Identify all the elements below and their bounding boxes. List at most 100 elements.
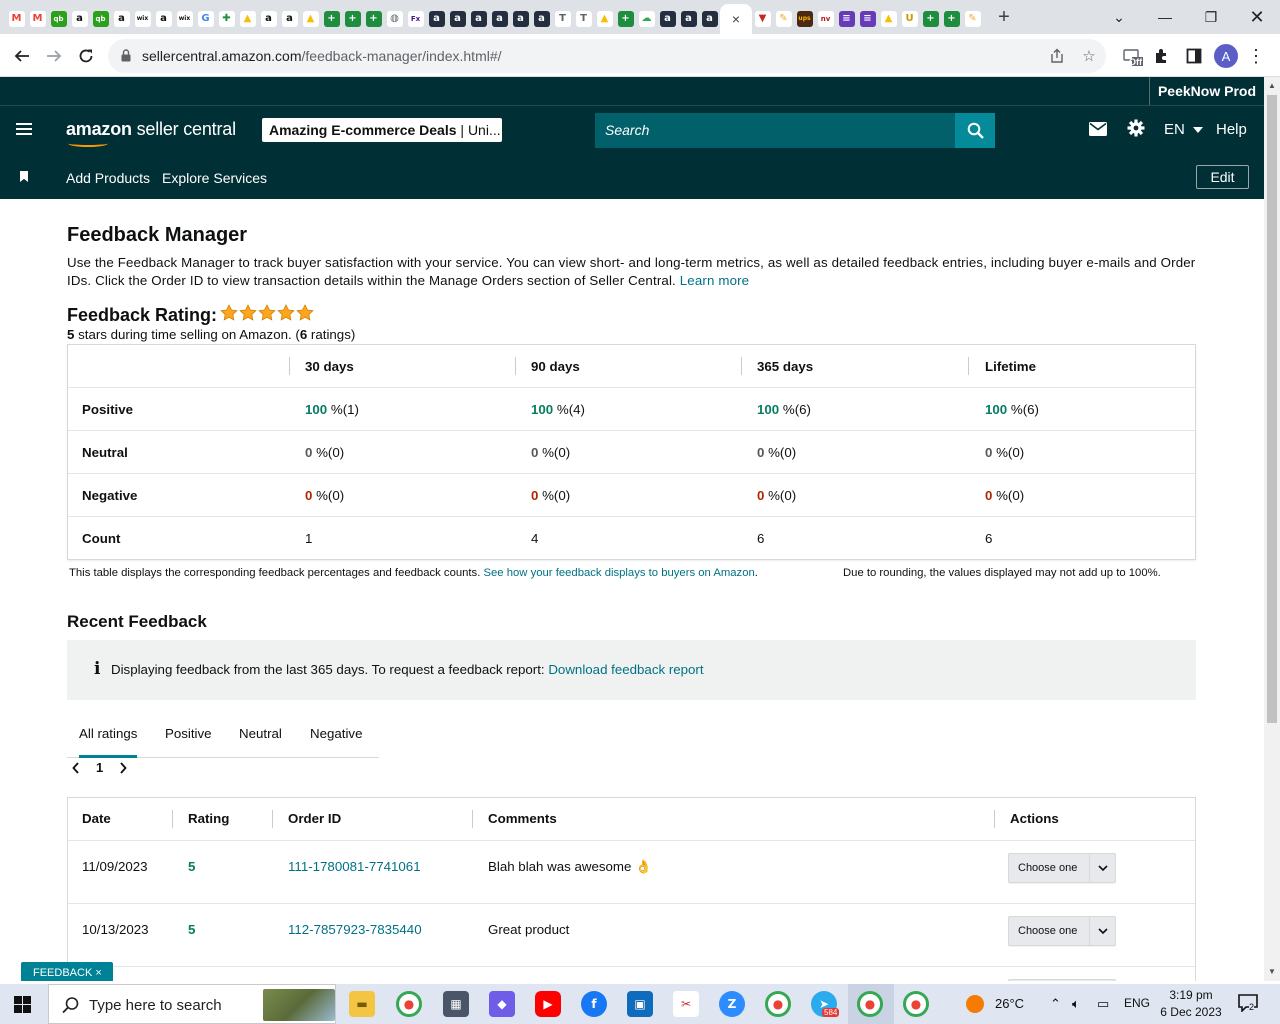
filter-tab-negative[interactable]: Negative	[310, 714, 362, 758]
browser-tab[interactable]: a	[531, 6, 552, 32]
browser-tab[interactable]: a	[111, 6, 132, 32]
account-switcher[interactable]: PeekNow Prod	[1148, 77, 1264, 105]
browser-menu-icon[interactable]: ⋮	[1245, 45, 1267, 67]
scroll-up-icon[interactable]: ▲	[1268, 81, 1276, 90]
browser-tab[interactable]: a	[699, 6, 720, 32]
system-clock[interactable]: 3:19 pm 6 Dec 2023	[1158, 987, 1224, 1021]
browser-tab[interactable]: wix	[174, 6, 195, 32]
reload-button[interactable]	[73, 43, 99, 69]
browser-tab[interactable]: ≡	[836, 6, 857, 32]
chrome-active-icon[interactable]: ●	[857, 991, 883, 1017]
forward-button[interactable]	[41, 43, 67, 69]
scroll-down-icon[interactable]: ▼	[1268, 967, 1276, 976]
browser-tab[interactable]: ups	[794, 6, 815, 32]
mail-icon[interactable]	[1089, 122, 1107, 136]
bookmark-star-icon[interactable]: ☆	[1080, 47, 1098, 65]
tray-chevron-icon[interactable]: ⌃	[1050, 996, 1061, 1012]
learn-more-link[interactable]: Learn more	[680, 273, 750, 288]
browser-tab[interactable]: ▲	[237, 6, 258, 32]
chrome-profile-icon[interactable]: ●	[765, 991, 791, 1017]
order-id-link[interactable]: 111-1780081-7741061	[288, 859, 421, 874]
buyer-display-link[interactable]: See how your feedback displays to buyers…	[483, 567, 754, 579]
browser-tab[interactable]: a	[258, 6, 279, 32]
page-scrollbar[interactable]: ▲ ▼	[1264, 77, 1280, 981]
choose-action-dropdown[interactable]	[1008, 979, 1116, 981]
current-page[interactable]: 1	[96, 760, 103, 775]
order-id-link[interactable]: 112-7857923-7835440	[288, 922, 422, 937]
browser-tab[interactable]: +	[363, 6, 384, 32]
filter-tab-all-ratings[interactable]: All ratings	[79, 714, 138, 758]
file-explorer-icon[interactable]: ▬	[349, 991, 375, 1017]
browser-tab[interactable]: ▲	[300, 6, 321, 32]
browser-tab[interactable]: nv	[815, 6, 836, 32]
filter-tab-positive[interactable]: Positive	[165, 714, 212, 758]
bookmark-icon[interactable]	[20, 171, 28, 182]
browser-tab[interactable]: qb	[48, 6, 69, 32]
browser-tab[interactable]: a	[489, 6, 510, 32]
explore-services-link[interactable]: Explore Services	[162, 170, 267, 186]
weather-sun-icon[interactable]	[966, 995, 984, 1013]
search-button[interactable]	[955, 113, 995, 148]
filter-tab-neutral[interactable]: Neutral	[239, 714, 282, 758]
browser-tab[interactable]: wix	[132, 6, 153, 32]
browser-tab[interactable]: +	[615, 6, 636, 32]
extensions-puzzle-icon[interactable]	[1151, 45, 1173, 67]
zoom-icon[interactable]: Z	[719, 991, 745, 1017]
input-language[interactable]: ENG	[1124, 996, 1150, 1010]
add-products-link[interactable]: Add Products	[66, 170, 150, 186]
chrome-second-profile-icon[interactable]: ●	[903, 991, 929, 1017]
browser-tab[interactable]: ▼	[752, 6, 773, 32]
browser-tab[interactable]: ▲	[878, 6, 899, 32]
browser-tab[interactable]: a	[69, 6, 90, 32]
browser-tab[interactable]: ✎	[962, 6, 983, 32]
close-tab-icon[interactable]: ×	[732, 11, 740, 27]
amazon-seller-central-logo[interactable]: amazon seller central	[66, 119, 236, 147]
browser-tab[interactable]: ✎	[773, 6, 794, 32]
chevron-left-icon[interactable]	[72, 761, 80, 774]
search-input[interactable]: Search	[595, 113, 955, 148]
browser-tab[interactable]: a	[510, 6, 531, 32]
close-window-button[interactable]: ✕	[1234, 0, 1280, 34]
volume-icon[interactable]: 🔈︎	[1072, 996, 1080, 1012]
browser-tab[interactable]: ◍	[384, 6, 405, 32]
browser-tab[interactable]: qb	[90, 6, 111, 32]
facebook-icon[interactable]: f	[581, 991, 607, 1017]
browser-tab[interactable]: a	[678, 6, 699, 32]
taskbar-search-box[interactable]: Type here to search	[48, 984, 336, 1024]
browser-tab[interactable]: a	[657, 6, 678, 32]
browser-tab[interactable]: Fx	[405, 6, 426, 32]
store-switcher[interactable]: Amazing E-commerce Deals | Uni...	[262, 118, 502, 142]
browser-tab[interactable]: ▲	[594, 6, 615, 32]
share-icon[interactable]	[1048, 47, 1066, 65]
download-report-link[interactable]: Download feedback report	[548, 662, 703, 677]
chevron-right-icon[interactable]	[119, 761, 127, 774]
help-link[interactable]: Help	[1216, 121, 1247, 138]
browser-tab[interactable]: M	[6, 6, 27, 32]
choose-action-dropdown[interactable]: Choose one	[1008, 853, 1116, 883]
profile-avatar[interactable]: A	[1214, 44, 1238, 68]
browser-tab[interactable]: T	[552, 6, 573, 32]
youtube-icon[interactable]: ▶	[535, 991, 561, 1017]
scrollbar-thumb[interactable]	[1267, 95, 1277, 723]
browser-tab[interactable]: G	[195, 6, 216, 32]
windows-start-icon[interactable]	[14, 996, 31, 1013]
browser-tab[interactable]: +	[321, 6, 342, 32]
browser-tab[interactable]: a	[468, 6, 489, 32]
browser-tab[interactable]: a	[426, 6, 447, 32]
weather-temp[interactable]: 26°C	[995, 996, 1024, 1011]
browser-tab[interactable]: ✚	[216, 6, 237, 32]
extension-off-icon[interactable]: Off	[1122, 45, 1144, 67]
browser-tab[interactable]: ☁	[636, 6, 657, 32]
browser-tab[interactable]: T	[573, 6, 594, 32]
tab-search-icon[interactable]: ⌄	[1096, 0, 1142, 34]
calculator-icon[interactable]: ▦	[443, 991, 469, 1017]
browser-tab[interactable]: a	[447, 6, 468, 32]
notifications-icon[interactable]: 2	[1238, 994, 1260, 1014]
side-panel-icon[interactable]	[1183, 45, 1205, 67]
choose-action-dropdown[interactable]: Choose one	[1008, 916, 1116, 946]
browser-tab[interactable]: ≡	[857, 6, 878, 32]
feedback-tab-button[interactable]: FEEDBACK ×	[21, 962, 113, 981]
browser-tab[interactable]: +	[342, 6, 363, 32]
browser-tab[interactable]: U	[899, 6, 920, 32]
hamburger-menu-icon[interactable]	[16, 123, 32, 135]
